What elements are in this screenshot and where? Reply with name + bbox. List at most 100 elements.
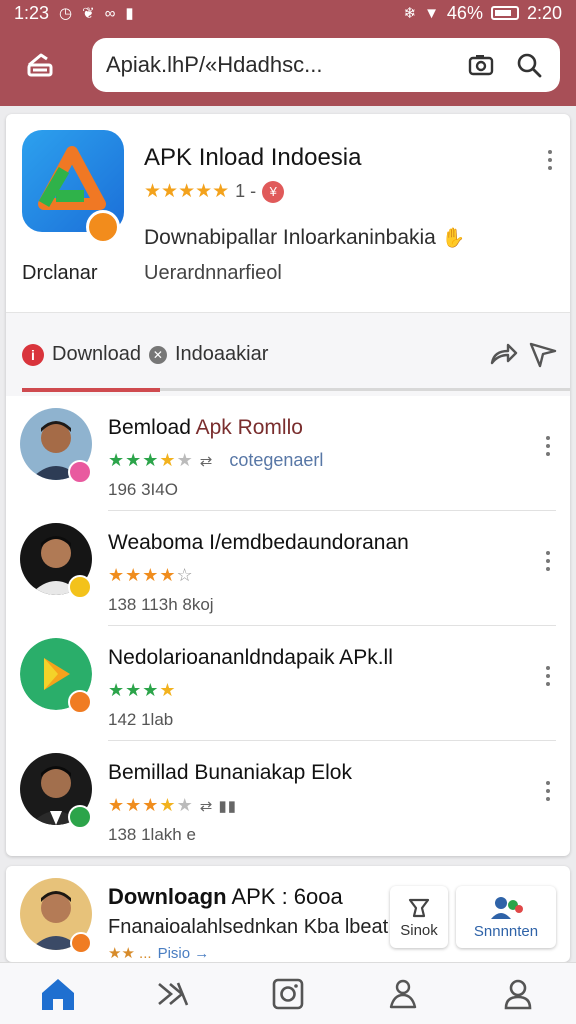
featured-title-bold: Downloagn [108, 884, 227, 909]
arrows-icon: ⇄ ▮▮ [199, 798, 237, 815]
battery-icon [490, 6, 519, 20]
stock-label: Sinok [400, 921, 438, 939]
item-rating: ★★★★★ ⇄ ▮▮ [108, 795, 237, 816]
item-rating: ★★★★★ ⇄ cotegenaerl [108, 450, 323, 471]
app-header: APK Inload Indoesia ★★★★★ 1 - ¥ Downabip… [6, 114, 570, 310]
search-input[interactable]: Apiak.lhP/«Hdadhsc... [106, 52, 450, 78]
item-stars-half: ★ [159, 795, 177, 815]
price-badge: ¥ [262, 180, 285, 203]
subscribe-label: Snnnnten [473, 922, 539, 940]
item-stars-empty: ★ [176, 450, 194, 470]
badge-icon [68, 690, 92, 714]
item-stars: ★★★ [108, 680, 160, 700]
rating-stars: ★★★★★ [144, 181, 230, 202]
badge-icon [68, 805, 92, 829]
share-icon[interactable] [488, 339, 518, 369]
bluetooth-icon: ❄ [403, 5, 417, 22]
back-button[interactable] [20, 46, 60, 86]
status-time: 1:23 [14, 2, 50, 23]
app-developer[interactable]: Drclanar [22, 262, 98, 285]
item-title: Weaboma I/emdbedaundoranan [108, 531, 409, 554]
item-size: 196 3I4O [108, 480, 178, 499]
app-badge-icon [86, 210, 120, 244]
tab-active-indicator [22, 388, 160, 392]
badge-icon [70, 932, 92, 954]
nav-profile[interactable] [494, 970, 542, 1018]
nav-camera[interactable] [264, 970, 312, 1018]
app-menu-button[interactable] [540, 148, 560, 172]
app-details-card: APK Inload Indoesia ★★★★★ 1 - ¥ Downabip… [6, 114, 570, 856]
status-clock: 2:20 [526, 2, 562, 23]
tab-download[interactable]: i Download ✕ Indoaakiar [22, 343, 268, 366]
app-rating: ★★★★★ 1 - ¥ [144, 180, 285, 203]
item-size: 142 1lab [108, 710, 174, 729]
item-category[interactable]: cotegenaerl [229, 450, 323, 470]
featured-card[interactable]: Downloagn APK : 6ooa Fnanaioalahlsednkan… [6, 866, 570, 962]
item-stars: ★★★ [108, 795, 160, 815]
wifi-icon: ▼ [424, 4, 439, 22]
featured-tag-b[interactable]: Pisio → [158, 945, 210, 962]
badge-icon [68, 460, 92, 484]
top-bar: Apiak.lhP/«Hdadhsc... [0, 26, 576, 106]
rating-text: 1 - [235, 181, 257, 201]
camera-button[interactable] [464, 48, 498, 82]
search-icon [517, 53, 542, 78]
hand-emoji-icon: ✋ [441, 228, 466, 249]
tab-second-label: Indoaakiar [174, 343, 269, 365]
item-title: Bemload Apk Romllo [108, 416, 303, 440]
shuffle-icon [157, 982, 188, 1005]
item-stars: ★★★ [108, 450, 160, 470]
item-rating: ★★★★ [108, 680, 177, 701]
item-menu-button[interactable] [538, 779, 558, 803]
item-stars-empty: ☆ [176, 565, 194, 585]
app-description: Downabipallar Inloarkaninbakia ✋ [144, 226, 465, 250]
nav-contacts[interactable] [379, 970, 427, 1018]
item-title-b: Apk Romllo [195, 416, 303, 439]
search-button[interactable] [512, 48, 546, 82]
bottom-nav [0, 962, 576, 1024]
tabs-row: i Download ✕ Indoaakiar [6, 312, 570, 396]
item-stars-half: ★ [159, 450, 177, 470]
bug-icon: ❦ [82, 5, 95, 22]
list-item[interactable]: Weaboma I/emdbedaundoranan ★★★★☆ 138 113… [6, 511, 570, 626]
battery-percent: 46% [446, 2, 483, 23]
item-size: 138 113h 8koj [108, 595, 214, 614]
item-stars-half: ★ [159, 680, 177, 700]
featured-tags: ★★ ... Pisio → [108, 944, 209, 962]
app-title: APK Inload Indoesia [144, 144, 362, 171]
list-item[interactable]: Bemload Apk Romllo ★★★★★ ⇄ cotegenaerl 1… [6, 396, 570, 511]
featured-subtitle: Fnanaioalahlsednkan Kba lbeat [108, 916, 389, 938]
profile-icon [505, 979, 532, 1009]
app-subtitle: Uerardnnarfieol [144, 262, 282, 284]
featured-tag-a: ★★ ... [108, 945, 152, 962]
shield-icon: ▮ [125, 5, 134, 22]
camera-icon [468, 55, 494, 76]
list-item[interactable]: Bemillad Bunaniakap Elok ★★★★★ ⇄ ▮▮ 138 … [6, 741, 570, 856]
badge-icon [68, 575, 92, 599]
item-stars-empty: ★ [176, 795, 194, 815]
item-menu-button[interactable] [538, 549, 558, 573]
item-rating: ★★★★☆ [108, 565, 194, 586]
tab-download-label: Download [52, 343, 141, 365]
subscribe-button[interactable]: Snnnnten [456, 886, 556, 948]
nav-shuffle[interactable] [149, 970, 197, 1018]
item-menu-button[interactable] [538, 434, 558, 458]
stock-button[interactable]: Sinok [390, 886, 448, 948]
pin-icon [408, 898, 430, 917]
store-back-icon [27, 53, 53, 77]
info-icon: i [22, 343, 44, 366]
nav-home[interactable] [34, 970, 82, 1018]
item-title: Nedolarioananldndapaik APk.ll [108, 646, 393, 669]
app-description-text: Downabipallar Inloarkaninbakia [144, 226, 436, 249]
search-box[interactable]: Apiak.lhP/«Hdadhsc... [92, 38, 560, 92]
item-size: 138 1lakh e [108, 825, 196, 844]
list-item[interactable]: Nedolarioananldndapaik APk.ll ★★★★ 142 1… [6, 626, 570, 741]
instagram-icon [272, 978, 304, 1009]
send-icon[interactable] [528, 339, 558, 369]
close-circle-icon: ✕ [148, 345, 167, 364]
featured-title: Downloagn APK : 6ooa [108, 884, 343, 910]
users-icon [491, 896, 523, 919]
link-icon: ∞ [104, 4, 116, 22]
featured-title-rest: APK : 6ooa [226, 884, 343, 909]
item-menu-button[interactable] [538, 664, 558, 688]
